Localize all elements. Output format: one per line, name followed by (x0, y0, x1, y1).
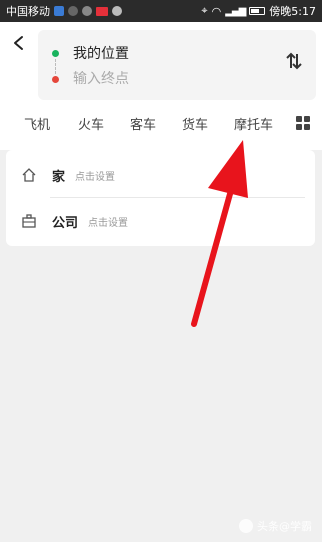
wifi-icon: ◠ (211, 4, 222, 18)
company-place-row[interactable]: 公司 点击设置 (6, 198, 315, 244)
grid-cell (304, 116, 310, 122)
app-notification-icon (68, 6, 78, 16)
home-place-row[interactable]: 家 点击设置 (6, 152, 315, 198)
end-location-row[interactable] (38, 66, 253, 92)
back-button[interactable] (8, 32, 30, 58)
status-left: 中国移动 (6, 3, 122, 19)
company-title: 公司 (52, 215, 79, 231)
home-title: 家 (52, 169, 66, 185)
location-icon: ⌖ (201, 4, 208, 17)
transport-tabs: 飞机 火车 客车 货车 摩托车 (0, 108, 322, 138)
tab-motorcycle[interactable]: 摩托车 (234, 114, 273, 133)
start-dot-icon (52, 49, 59, 57)
status-bar: 中国移动 ⌖ ◠ ▂▄▆ 傍晚5:17 (0, 0, 322, 22)
watermark: 头条@学霸 (239, 518, 312, 534)
grid-cell (296, 116, 302, 122)
carrier-label: 中国移动 (6, 5, 50, 18)
start-location-label: 我的位置 (73, 46, 129, 62)
home-icon (20, 166, 38, 184)
saved-places-card: 家 点击设置 公司 点击设置 (6, 150, 315, 246)
route-input-box: 我的位置 (38, 30, 316, 100)
swap-route-button[interactable] (282, 52, 306, 78)
watermark-text: 头条@学霸 (257, 520, 312, 533)
grid-cell (304, 124, 310, 130)
chevron-left-icon (14, 36, 23, 50)
more-tabs-grid-icon[interactable] (296, 116, 310, 130)
battery-icon (249, 7, 266, 15)
end-dot-icon (52, 75, 59, 83)
company-hint: 点击设置 (88, 217, 129, 229)
tab-bus[interactable]: 客车 (130, 114, 156, 133)
start-location-row[interactable]: 我的位置 (38, 40, 129, 66)
briefcase-icon (20, 212, 38, 230)
tab-train[interactable]: 火车 (78, 114, 104, 133)
route-panel: 我的位置 飞机 火车 客车 货车 摩托车 (0, 22, 322, 150)
tab-truck[interactable]: 货车 (182, 114, 208, 133)
app-notification-icon (82, 6, 92, 16)
status-right: ⌖ ◠ ▂▄▆ 傍晚5:17 (201, 3, 316, 19)
message-icon (112, 6, 122, 16)
home-hint: 点击设置 (75, 171, 116, 183)
clock-label: 傍晚5:17 (269, 5, 316, 18)
tab-plane[interactable]: 飞机 (24, 114, 50, 133)
watermark-logo-icon (239, 519, 253, 533)
grid-cell (296, 124, 302, 130)
swap-vertical-icon (286, 52, 302, 70)
app-notification-icon (54, 6, 64, 16)
signal-icon: ▂▄▆ (225, 5, 246, 17)
app-notification-icon (96, 6, 108, 16)
destination-input[interactable] (73, 71, 253, 87)
